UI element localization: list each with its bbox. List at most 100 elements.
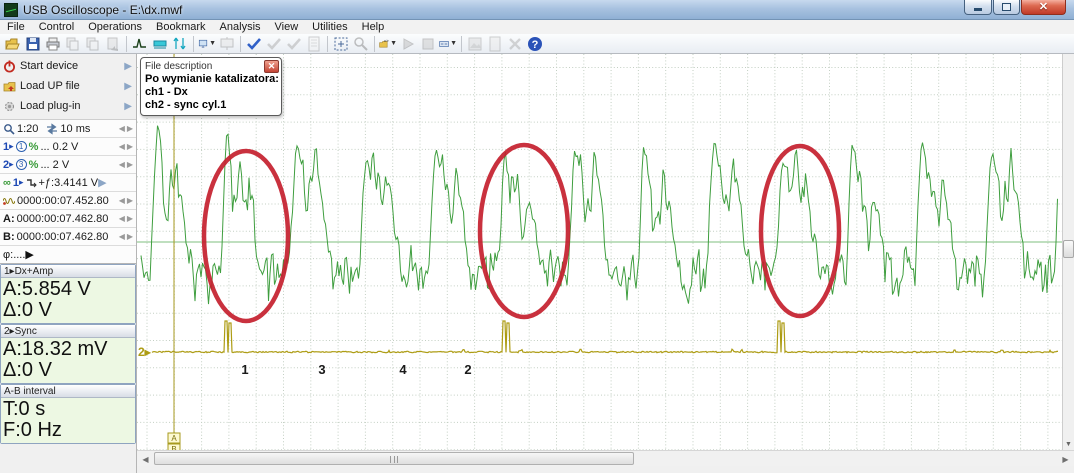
display-button[interactable]: ▼ xyxy=(197,35,217,53)
spin-left[interactable]: ◀ xyxy=(118,124,126,133)
help-button[interactable]: ? xyxy=(525,35,545,53)
display-icon xyxy=(198,39,208,47)
time-position-value: 0000:00:07.452.80 xyxy=(17,194,109,207)
cursor-a-control[interactable]: A: 0000:00:07.462.80 ◀ ▶ xyxy=(0,210,136,228)
popup-close-button[interactable]: ✕ xyxy=(264,59,279,73)
delete-button xyxy=(505,35,525,53)
menu-bookmark[interactable]: Bookmark xyxy=(149,20,213,34)
scrollbar-thumb[interactable] xyxy=(154,452,634,465)
horizontal-scrollbar[interactable]: ◀ ▶ xyxy=(137,450,1074,466)
start-device-label: Start device xyxy=(20,60,79,72)
open-icon xyxy=(5,38,20,49)
close-button[interactable]: ✕ xyxy=(1021,0,1066,15)
measure-delta-value: Δ:0 V xyxy=(3,299,52,321)
sweep-icon xyxy=(47,122,58,135)
zoom-sweep-control[interactable]: 1:20 10 ms ◀ ▶ xyxy=(0,120,136,138)
pulse-button[interactable] xyxy=(130,35,150,53)
paste-icon xyxy=(107,37,118,51)
ch1-range-control[interactable]: 1 ▸ 1 % ... 0.2 V ◀ ▶ xyxy=(0,138,136,156)
menu-view[interactable]: View xyxy=(268,20,306,34)
scroll-down-icon[interactable]: ▼ xyxy=(1065,441,1072,448)
dropdown-arrow-icon[interactable]: ▼ xyxy=(390,40,397,47)
menu-control[interactable]: Control xyxy=(32,20,81,34)
app-icon xyxy=(4,2,18,17)
panel-header: A-B interval xyxy=(1,385,135,398)
spin-right[interactable]: ▶ xyxy=(126,232,134,241)
ab-compare-button[interactable]: ▼ xyxy=(438,35,458,53)
measure-a-value: A:5.854 V xyxy=(3,278,91,300)
measure-button[interactable] xyxy=(150,35,170,53)
scroll-left-icon[interactable]: ◀ xyxy=(138,453,153,465)
right-panel-strip: ▼ xyxy=(1062,54,1074,450)
toolbar-separator xyxy=(126,35,127,52)
description-line: Po wymianie katalizatora: xyxy=(145,73,279,85)
print-icon xyxy=(46,37,60,50)
file-description-popup: File description ✕ Po wymianie katalizat… xyxy=(140,57,282,116)
toolbar-separator xyxy=(461,35,462,52)
cursor-b-label: B: xyxy=(3,230,15,243)
toolbar: ▼a b+c▼▼? xyxy=(0,34,1074,54)
inspect-icon xyxy=(354,36,368,51)
dropdown-arrow-icon[interactable]: ▼ xyxy=(209,40,216,47)
spin-right[interactable]: ▶ xyxy=(126,196,134,205)
spin-left[interactable]: ◀ xyxy=(118,232,126,241)
duplicate-icon xyxy=(86,37,99,50)
new-session-button[interactable]: a b+c▼ xyxy=(378,35,398,53)
measure-panel-ch1: 1▸Dx+Amp A:5.854 V Δ:0 V xyxy=(0,264,136,324)
ch1-arrow-icon: ▸ xyxy=(9,141,14,151)
ch1-divider-icon: % xyxy=(28,140,39,153)
popup-title: File description xyxy=(145,60,213,72)
spin-right[interactable]: ▶ xyxy=(126,142,134,151)
measure-panel-ab: A-B interval T:0 s F:0 Hz xyxy=(0,384,136,444)
menu-file[interactable]: File xyxy=(0,20,32,34)
scroll-right-icon[interactable]: ▶ xyxy=(1058,453,1073,465)
menu-utilities[interactable]: Utilities xyxy=(305,20,354,34)
menu-operations[interactable]: Operations xyxy=(81,20,149,34)
spin-left[interactable]: ◀ xyxy=(118,214,126,223)
splitter-handle[interactable] xyxy=(1063,240,1074,258)
title-bar[interactable]: USB Oscilloscope - E:\dx.mwf ✕ xyxy=(0,0,1074,20)
interval-freq-value: F:0 Hz xyxy=(3,419,62,441)
image-button xyxy=(465,35,485,53)
ch2-divider-icon: % xyxy=(28,158,39,171)
minimize-button[interactable] xyxy=(964,0,992,15)
select-frame-button[interactable] xyxy=(331,35,351,53)
spin-right[interactable]: ▶ xyxy=(126,160,134,169)
phase-control[interactable]: φ:.... ▶ xyxy=(0,246,136,264)
close-icon: ✕ xyxy=(1038,0,1049,13)
spin-left[interactable]: ◀ xyxy=(118,196,126,205)
start-device-button[interactable]: Start device ▶ xyxy=(0,56,136,76)
description-line: ch1 - Dx xyxy=(145,86,188,98)
spin-left[interactable]: ◀ xyxy=(118,160,126,169)
projector-button xyxy=(217,35,237,53)
apply-check-button[interactable] xyxy=(244,35,264,53)
load-plugin-button[interactable]: Load plug-in ▶ xyxy=(0,96,136,116)
save-button[interactable] xyxy=(23,35,43,53)
popup-title-bar[interactable]: File description ✕ xyxy=(141,58,281,73)
cylinder-label: 1 xyxy=(241,362,248,377)
spin-right[interactable]: ▶ xyxy=(126,124,134,133)
open-button[interactable] xyxy=(3,35,23,53)
chevron-right-icon: ▶ xyxy=(124,100,132,112)
record-icon xyxy=(422,38,434,49)
menu-analysis[interactable]: Analysis xyxy=(213,20,268,34)
scope-display[interactable]: 2▸ A B 1 3 4 2 ▼ ◀ ▶ xyxy=(137,54,1074,473)
time-position-control[interactable]: 0000:00:07.452.80 ◀ ▶ xyxy=(0,192,136,210)
menu-help[interactable]: Help xyxy=(355,20,392,34)
load-up-file-button[interactable]: Load UP file ▶ xyxy=(0,76,136,96)
sidebar: Start device ▶ Load UP file ▶ Load plug-… xyxy=(0,54,137,473)
trigger-control[interactable]: ∞ 1 ▸ +ƒ:3.4141 V ▶ xyxy=(0,174,136,192)
phase-label: φ:.... xyxy=(3,248,26,261)
print-button[interactable] xyxy=(43,35,63,53)
dropdown-arrow-icon[interactable]: ▼ xyxy=(450,40,457,47)
measure-a-value: A:18.32 mV xyxy=(3,338,108,360)
markers-button[interactable] xyxy=(170,35,190,53)
spin-left[interactable]: ◀ xyxy=(118,142,126,151)
ch2-range-control[interactable]: 2 ▸ 3 % ... 2 V ◀ ▶ xyxy=(0,156,136,174)
spin-right[interactable]: ▶ xyxy=(126,214,134,223)
cursor-b-value: 0000:00:07.462.80 xyxy=(16,230,109,243)
cursor-b-control[interactable]: B: 0000:00:07.462.80 ◀ ▶ xyxy=(0,228,136,246)
cursor-a-label: A: xyxy=(3,212,15,225)
record-button xyxy=(418,35,438,53)
maximize-button[interactable] xyxy=(993,0,1020,15)
